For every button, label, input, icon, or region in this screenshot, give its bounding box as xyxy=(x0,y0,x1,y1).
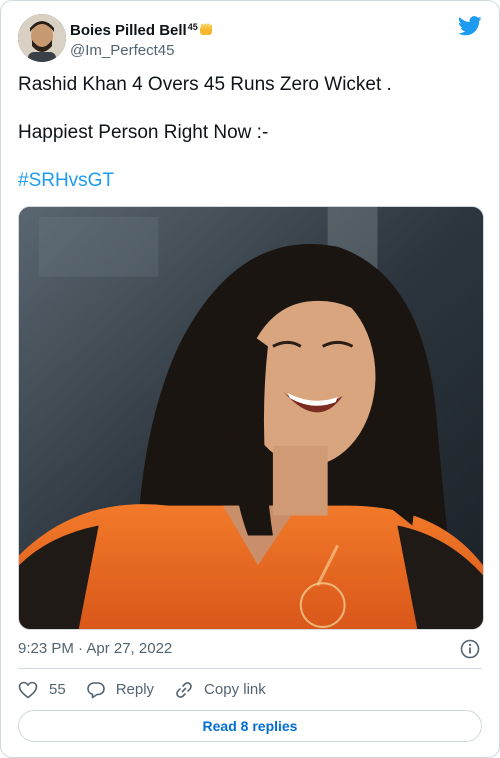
avatar[interactable] xyxy=(18,14,66,62)
tweet-line-1: Rashid Khan 4 Overs 45 Runs Zero Wicket … xyxy=(18,74,392,95)
tweet-photo[interactable] xyxy=(18,206,484,630)
twitter-bird-icon[interactable] xyxy=(458,16,482,36)
author-name[interactable]: Boies Pilled Bell45 xyxy=(70,17,213,41)
tweet-header: Boies Pilled Bell45 @Im_Perfect45 xyxy=(18,14,482,62)
author-name-superscript: 45 xyxy=(187,22,198,32)
link-icon xyxy=(176,682,192,698)
tweet-body: Rashid Khan 4 Overs 45 Runs Zero Wicket … xyxy=(18,73,482,193)
heart-icon xyxy=(18,681,38,699)
tweet-timestamp[interactable]: 9:23 PM · Apr 27, 2022 xyxy=(18,639,172,659)
copy-link-label: Copy link xyxy=(204,681,266,698)
divider xyxy=(18,668,482,669)
tweet-line-2: Happiest Person Right Now :- xyxy=(18,122,269,143)
info-icon[interactable] xyxy=(460,639,480,659)
reply-icon xyxy=(86,682,105,699)
like-count: 55 xyxy=(49,681,66,698)
reply-label: Reply xyxy=(115,681,155,698)
tweet-card: Boies Pilled Bell45 @Im_Perfect45 Rashid… xyxy=(0,0,500,758)
author-info[interactable]: Boies Pilled Bell45 @Im_Perfect45 xyxy=(70,17,213,61)
author-display-name: Boies Pilled Bell xyxy=(70,22,187,39)
raised-fist-icon xyxy=(199,22,213,35)
like-button[interactable]: 55 xyxy=(18,680,66,700)
copy-link-button[interactable]: Copy link xyxy=(174,680,266,700)
hashtag-link[interactable]: #SRHvsGT xyxy=(18,170,114,191)
reply-button[interactable]: Reply xyxy=(86,680,154,700)
tweet-actions: 55 Reply Copy link xyxy=(18,678,286,702)
author-handle[interactable]: @Im_Perfect45 xyxy=(70,41,213,61)
read-replies-button[interactable]: Read 8 replies xyxy=(18,710,482,742)
